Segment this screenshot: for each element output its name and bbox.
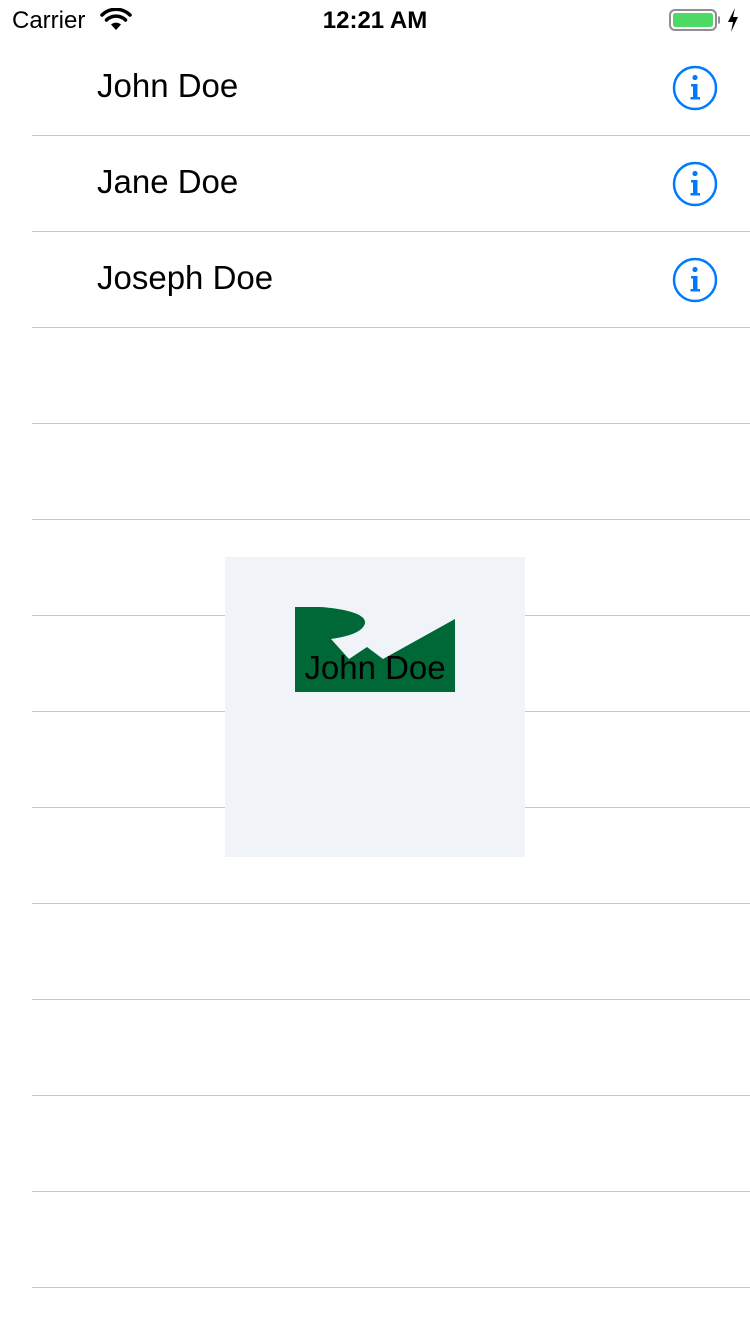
info-icon[interactable]: [671, 160, 719, 208]
contact-row[interactable]: Joseph Doe: [0, 232, 750, 328]
clock: 12:21 AM: [322, 7, 428, 34]
empty-row: [0, 904, 750, 1000]
row-separator: [32, 1287, 750, 1288]
info-icon[interactable]: [671, 64, 719, 112]
empty-row: [0, 1000, 750, 1096]
empty-row: [0, 328, 750, 424]
empty-row: [0, 1192, 750, 1288]
battery-icon: [669, 9, 720, 31]
contact-detail-popup[interactable]: John Doe: [225, 557, 525, 857]
contact-name: John Doe: [97, 67, 239, 104]
status-bar: Carrier 12:21 AM: [0, 0, 750, 40]
info-icon[interactable]: [671, 256, 719, 304]
contact-row[interactable]: Jane Doe: [0, 136, 750, 232]
contact-row[interactable]: John Doe: [0, 40, 750, 136]
empty-row: [0, 1096, 750, 1192]
charging-bolt-icon: [728, 8, 738, 32]
empty-row: [0, 424, 750, 520]
contact-name: Jane Doe: [97, 163, 239, 200]
contact-name: Joseph Doe: [97, 259, 274, 296]
popup-contact-name: John Doe: [304, 649, 446, 686]
